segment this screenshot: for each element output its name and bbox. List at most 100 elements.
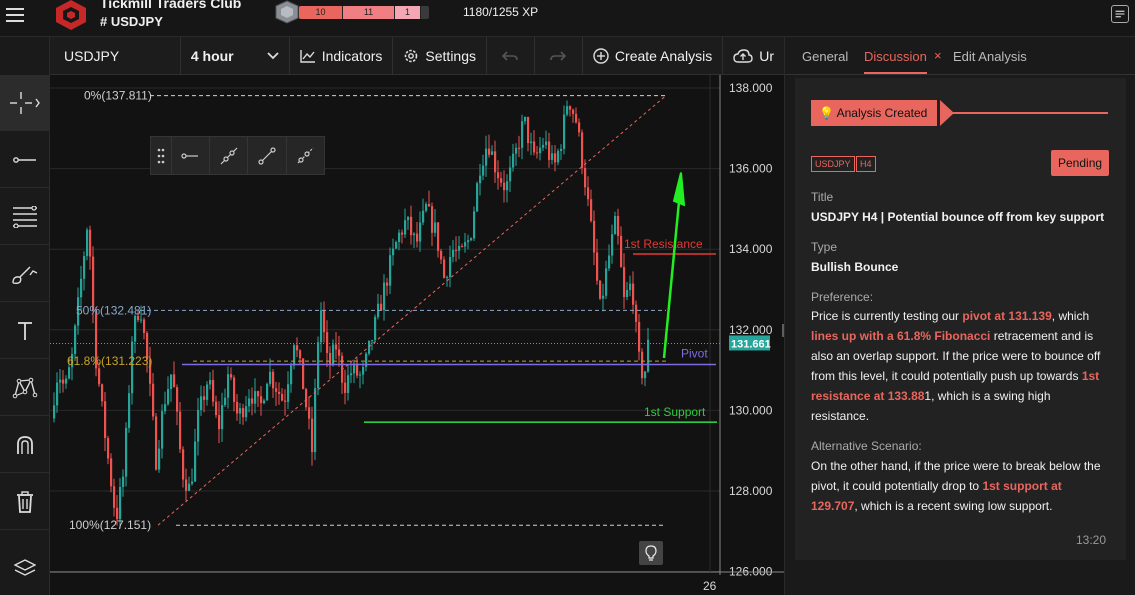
candle-down (632, 283, 635, 305)
candle-up (560, 148, 563, 151)
panel-toggle-icon[interactable] (1111, 5, 1129, 23)
candle-up (293, 345, 296, 366)
candle-down (536, 152, 539, 154)
extended-line-button[interactable] (209, 137, 247, 174)
candle-up (404, 220, 407, 235)
drag-grip-icon[interactable] (151, 137, 171, 174)
candle-up (197, 409, 200, 442)
tab-discussion[interactable]: Discussion (864, 49, 927, 64)
candle-down (488, 148, 491, 155)
candle-up (374, 316, 377, 341)
candle-up (56, 382, 59, 406)
upload-button[interactable]: Ur (723, 37, 784, 75)
candle-down (308, 407, 311, 419)
candle-down (251, 398, 254, 404)
candle-up (407, 216, 410, 221)
candle-up (491, 151, 494, 155)
candle-down (311, 418, 314, 453)
candle-up (614, 216, 617, 235)
candle-down (575, 113, 578, 123)
candle-up (125, 427, 128, 477)
layers-tool[interactable] (0, 540, 50, 595)
price-chart[interactable]: 138.000 136.000 134.000 132.000 130.000 128.0… (50, 75, 784, 595)
candle-down (107, 438, 110, 459)
magnet-icon (17, 435, 33, 454)
candle-down (203, 396, 206, 400)
candle-up (509, 167, 512, 182)
candle-up (515, 147, 518, 154)
projection-arrow[interactable] (662, 180, 683, 359)
undo-button[interactable] (487, 36, 535, 75)
interval-label: 4 hour (190, 47, 234, 64)
symbol-selector[interactable]: USDJPY (50, 36, 181, 75)
candle-up (458, 246, 461, 251)
tab-general[interactable]: General (802, 49, 848, 64)
banner-arrow (940, 100, 954, 126)
candle-down (281, 393, 284, 401)
text-tool[interactable] (0, 303, 50, 359)
fib-retracement-tool[interactable] (0, 189, 50, 245)
candle-down (596, 252, 599, 281)
candle-down (638, 321, 641, 352)
horizontal-line-tool[interactable] (0, 132, 50, 188)
candle-down (461, 246, 464, 248)
pattern-tool[interactable] (0, 360, 50, 416)
candle-down (503, 182, 506, 191)
header-symbol: # USDJPY (100, 14, 163, 29)
candle-up (479, 175, 482, 184)
candle-up (521, 121, 524, 148)
candle-down (338, 349, 341, 356)
candle-down (443, 259, 446, 278)
fib-level-label: 0%(137.811) (84, 89, 152, 103)
candle-up (263, 400, 266, 404)
candle-up (314, 388, 317, 453)
trend-line-button[interactable] (247, 137, 285, 174)
candle-down (296, 345, 299, 351)
delete-drawings-tool[interactable] (0, 474, 50, 530)
candle-down (584, 167, 587, 188)
candle-down (623, 267, 626, 298)
tickmill-logo (56, 0, 86, 30)
candle-up (320, 310, 323, 343)
candle-up (122, 476, 125, 487)
candle-down (326, 332, 329, 354)
fib-level-label: 100%(127.151) (69, 518, 151, 532)
candle-up (59, 379, 62, 383)
candle-up (371, 340, 374, 342)
candle-down (284, 400, 287, 402)
hint-button[interactable] (639, 541, 663, 565)
create-analysis-button[interactable]: Create Analysis (583, 36, 724, 75)
brush-tool[interactable] (0, 246, 50, 302)
candle-up (362, 366, 365, 375)
candle-down (323, 310, 326, 333)
body-text: , which (1051, 309, 1090, 323)
xp-progress-bar: 10 11 1 (299, 6, 429, 19)
candle-up (239, 408, 242, 414)
candle-down (104, 401, 107, 439)
candle-up (647, 339, 650, 372)
menu-icon[interactable] (6, 8, 24, 22)
close-tab-icon[interactable]: × (934, 48, 942, 63)
horizontal-ray-button[interactable] (170, 137, 209, 174)
ray-button[interactable] (285, 137, 324, 174)
magnet-tool[interactable] (0, 417, 50, 473)
candle-up (524, 116, 527, 122)
tab-edit-analysis[interactable]: Edit Analysis (953, 49, 1027, 64)
preference-label: Preference: (811, 290, 874, 304)
current-price-label: 131.661 (731, 338, 771, 350)
candle-down (494, 151, 497, 173)
status-badge[interactable]: Pending (1051, 150, 1110, 176)
redo-button[interactable] (535, 36, 583, 75)
candle-up (545, 141, 548, 145)
price-axis-label: 134.000 (729, 242, 773, 256)
indicators-button[interactable]: Indicators (290, 36, 394, 75)
crosshair-tool[interactable] (0, 75, 50, 131)
candle-down (299, 350, 302, 359)
upload-label: Ur (759, 47, 774, 64)
candle-down (272, 371, 275, 389)
candle-up (80, 278, 83, 298)
candle-up (608, 255, 611, 269)
interval-selector[interactable]: 4 hour (181, 36, 290, 75)
settings-label: Settings (425, 47, 477, 64)
settings-button[interactable]: Settings (393, 36, 488, 75)
